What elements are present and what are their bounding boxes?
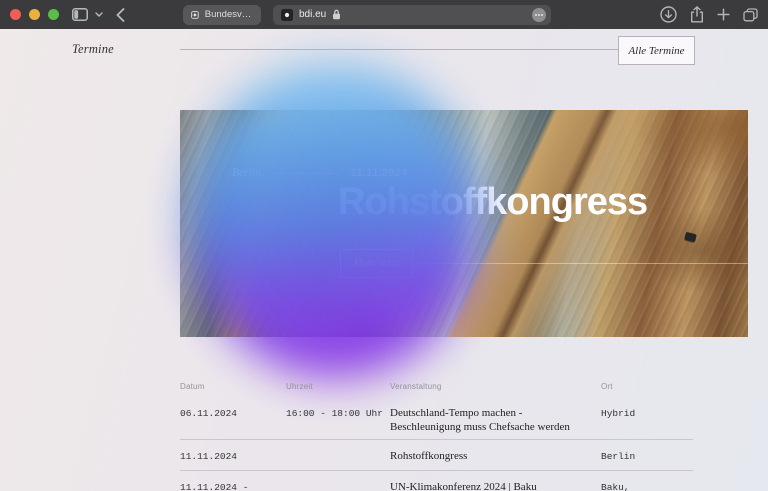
close-window-button[interactable] bbox=[10, 9, 21, 20]
zoom-window-button[interactable] bbox=[48, 9, 59, 20]
event-time bbox=[286, 450, 390, 464]
column-header-ort: Ort bbox=[601, 382, 693, 391]
lock-icon bbox=[332, 9, 341, 20]
pinned-tab-label: Bundesverband... bbox=[205, 9, 253, 20]
pinned-tab[interactable]: Bundesverband... bbox=[183, 5, 261, 25]
events-table: Datum Uhrzeit Veranstaltung Ort 06.11.20… bbox=[180, 382, 693, 491]
event-name: UN-Klimakonferenz 2024 | Baku bbox=[390, 481, 601, 491]
table-row[interactable]: 06.11.2024 16:00 - 18:00 Uhr Deutschland… bbox=[180, 407, 693, 439]
event-date: 11.11.2024 - 22.11.2024 bbox=[180, 481, 286, 491]
minimize-window-button[interactable] bbox=[29, 9, 40, 20]
column-header-datum: Datum bbox=[180, 382, 286, 391]
event-name: Deutschland-Tempo machen - Beschleunigun… bbox=[390, 407, 601, 435]
all-events-button[interactable]: Alle Termine bbox=[618, 36, 695, 65]
sidebar-toggle-icon[interactable] bbox=[72, 8, 88, 21]
page-title: Termine bbox=[72, 42, 114, 57]
column-header-uhrzeit: Uhrzeit bbox=[286, 382, 390, 391]
header-divider bbox=[180, 49, 618, 50]
url-text: bdi.eu bbox=[299, 9, 326, 20]
window-controls bbox=[10, 9, 59, 20]
browser-toolbar: Bundesverband... bdi.eu bbox=[0, 0, 768, 29]
page-settings-button[interactable] bbox=[532, 8, 546, 22]
event-location: Baku, Aserbaidschan bbox=[601, 481, 693, 491]
table-header-row: Datum Uhrzeit Veranstaltung Ort bbox=[180, 382, 693, 391]
event-date: 06.11.2024 bbox=[180, 407, 286, 435]
event-time: 16:00 - 18:00 Uhr bbox=[286, 407, 390, 435]
event-time bbox=[286, 481, 390, 491]
column-header-veranstaltung: Veranstaltung bbox=[390, 382, 601, 391]
back-icon[interactable] bbox=[116, 8, 125, 22]
downloads-icon[interactable] bbox=[660, 6, 677, 23]
address-bar[interactable]: bdi.eu bbox=[273, 5, 551, 25]
table-row[interactable]: 11.11.2024 - 22.11.2024 UN-Klimakonferen… bbox=[180, 470, 693, 491]
event-date: 11.11.2024 bbox=[180, 450, 286, 464]
chevron-down-icon[interactable] bbox=[95, 12, 103, 17]
event-location: Berlin bbox=[601, 450, 693, 464]
gradient-blob-decoration bbox=[190, 62, 480, 378]
event-location: Hybrid bbox=[601, 407, 693, 435]
event-name: Rohstoffkongress bbox=[390, 450, 601, 464]
share-icon[interactable] bbox=[690, 6, 704, 23]
bdi-favicon-icon bbox=[191, 9, 199, 21]
tab-overview-icon[interactable] bbox=[743, 8, 758, 22]
table-row[interactable]: 11.11.2024 Rohstoffkongress Berlin bbox=[180, 439, 693, 470]
page-content: Termine Alle Termine Berlin 11.11.2024 R… bbox=[0, 29, 768, 491]
new-tab-icon[interactable] bbox=[717, 8, 730, 21]
site-favicon-icon bbox=[281, 9, 293, 21]
